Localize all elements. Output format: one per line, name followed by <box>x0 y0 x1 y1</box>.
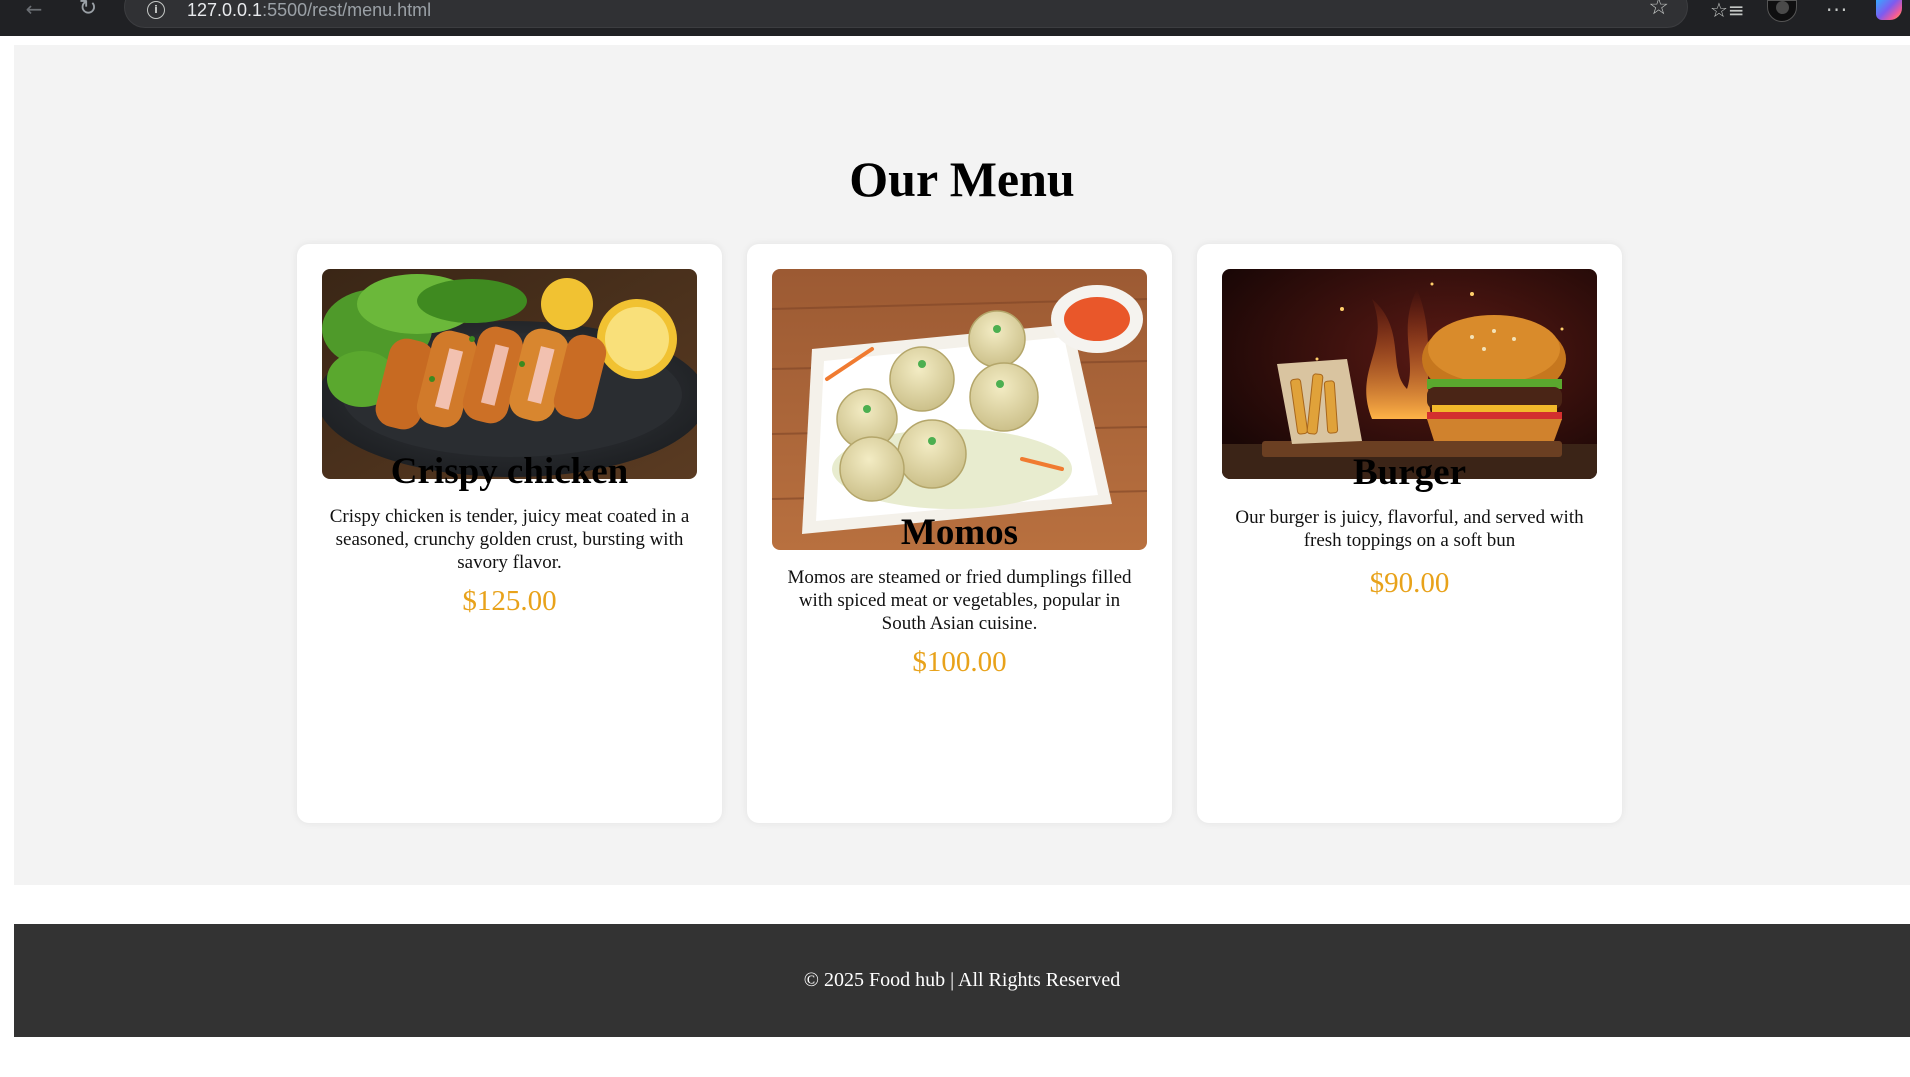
address-url[interactable]: 127.0.0.1:5500/rest/menu.html <box>187 0 431 20</box>
burger-description: Our burger is juicy, flavorful, and serv… <box>1235 507 1584 551</box>
reload-icon[interactable]: ↻ <box>68 0 108 22</box>
crispy-chicken-description: Crispy chicken is tender, juicy meat coa… <box>329 506 690 573</box>
star-icon[interactable]: ☆ <box>1648 0 1669 19</box>
more-icon[interactable]: ··· <box>1826 0 1848 22</box>
menu-card-crispy-chicken: Crispy chicken Crispy chicken is tender,… <box>297 244 722 823</box>
crispy-chicken-image <box>322 269 697 479</box>
momos-description: Momos are steamed or fried dumplings fil… <box>787 567 1132 634</box>
menu-card-burger: Burger Our burger is juicy, flavorful, a… <box>1197 244 1622 823</box>
back-arrow-icon[interactable]: ← <box>14 0 54 22</box>
menu-card-momos: Momos Momos are steamed or fried dumplin… <box>747 244 1172 823</box>
page-footer: © 2025 Food hub | All Rights Reserved <box>14 924 1910 1037</box>
page-viewport: Our Menu Crispy chicken Crispy chicken i… <box>5 36 1910 1077</box>
url-host: 127.0.0.1 <box>187 0 263 20</box>
footer-copyright: © 2025 Food hub | All Rights Reserved <box>803 969 1121 991</box>
address-bar[interactable]: i 127.0.0.1:5500/rest/menu.html ☆ <box>124 0 1688 28</box>
burger-name: Burger <box>1352 452 1467 493</box>
menu-section: Our Menu Crispy chicken Crispy chicken i… <box>14 45 1910 885</box>
crispy-chicken-price: $125.00 <box>462 585 557 617</box>
crispy-chicken-name: Crispy chicken <box>390 451 629 492</box>
momos-image <box>772 269 1147 550</box>
url-path: :5500/rest/menu.html <box>262 0 432 20</box>
burger-image <box>1222 269 1597 479</box>
page-title: Our Menu <box>849 151 1075 207</box>
favorites-icon[interactable]: ☆≡ <box>1710 0 1745 22</box>
burger-price: $90.00 <box>1369 567 1450 599</box>
info-icon[interactable]: i <box>147 1 165 19</box>
browser-toolbar: ← ↻ i 127.0.0.1:5500/rest/menu.html ☆ ☆≡… <box>0 0 1910 36</box>
copilot-icon[interactable] <box>1876 0 1902 20</box>
momos-price: $100.00 <box>912 646 1007 678</box>
profile-avatar[interactable] <box>1767 0 1797 22</box>
momos-name: Momos <box>900 512 1019 553</box>
